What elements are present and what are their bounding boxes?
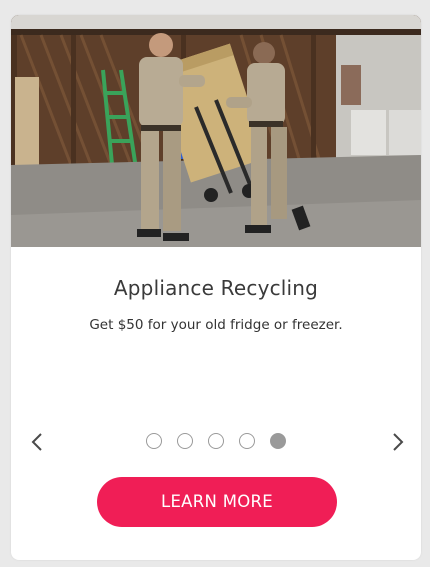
chevron-left-icon bbox=[31, 433, 42, 451]
carousel-dot-5[interactable] bbox=[270, 433, 286, 449]
carousel-dot-2[interactable] bbox=[177, 433, 193, 449]
prev-slide-button[interactable] bbox=[26, 425, 50, 459]
promo-photo bbox=[11, 15, 421, 247]
carousel-dot-3[interactable] bbox=[208, 433, 224, 449]
promo-card: Appliance Recycling Get $50 for your old… bbox=[11, 15, 421, 560]
slide-title: Appliance Recycling bbox=[113, 276, 319, 300]
slide-description: Get $50 for your old fridge or freezer. bbox=[89, 317, 343, 333]
carousel-dot-4[interactable] bbox=[239, 433, 255, 449]
chevron-right-icon bbox=[393, 433, 404, 451]
learn-more-button[interactable]: LEARN MORE bbox=[97, 477, 337, 527]
next-slide-button[interactable] bbox=[385, 425, 409, 459]
carousel-dots bbox=[146, 433, 296, 453]
carousel-dot-1[interactable] bbox=[146, 433, 162, 449]
